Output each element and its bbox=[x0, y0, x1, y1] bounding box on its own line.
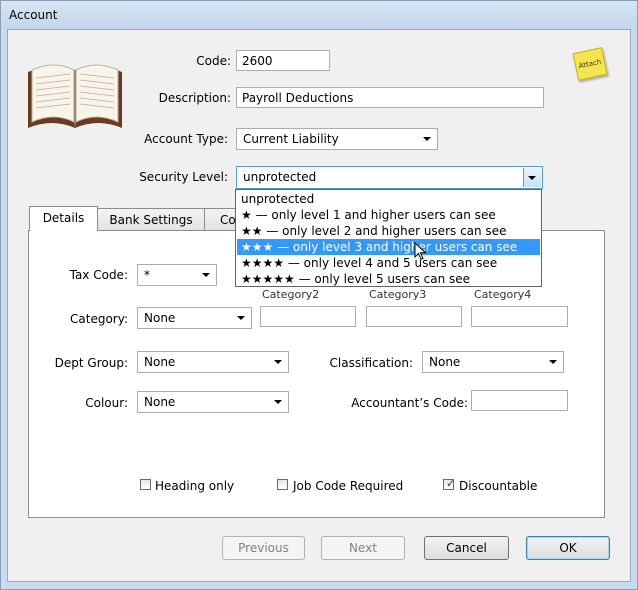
classification-label: Classification: bbox=[329, 356, 413, 370]
option-text: — only level 1 and higher users can see bbox=[251, 208, 496, 222]
option-text: — only level 2 and higher users can see bbox=[262, 224, 507, 238]
chevron-down-icon bbox=[202, 273, 210, 277]
stars-icon: ★ bbox=[241, 208, 252, 222]
code-label: Code: bbox=[196, 54, 231, 68]
heading-only-checkbox[interactable] bbox=[140, 479, 151, 490]
classification-select[interactable]: None bbox=[422, 351, 564, 373]
tab-details[interactable]: Details bbox=[29, 206, 98, 231]
chevron-down-icon bbox=[237, 316, 245, 320]
option-text: — only level 5 users can see bbox=[294, 272, 471, 286]
title-bar[interactable]: Account bbox=[1, 1, 637, 29]
ledger-book-icon bbox=[28, 64, 122, 128]
dept-group-select[interactable]: None bbox=[137, 351, 289, 373]
tax-code-label: Tax Code: bbox=[69, 268, 128, 282]
colour-label: Colour: bbox=[85, 396, 128, 410]
security-option-level-2[interactable]: ★★ — only level 2 and higher users can s… bbox=[237, 223, 540, 239]
colour-select[interactable]: None bbox=[137, 391, 289, 413]
ok-button[interactable]: OK bbox=[526, 536, 610, 560]
stars-icon: ★★★ bbox=[241, 240, 274, 254]
option-text: — only level 3 and higher users can see bbox=[273, 240, 518, 254]
accountants-code-field[interactable] bbox=[471, 390, 568, 411]
chevron-down-icon bbox=[549, 360, 557, 364]
dept-group-value: None bbox=[144, 355, 176, 369]
tax-code-select[interactable]: * bbox=[137, 264, 217, 286]
next-button[interactable]: Next bbox=[321, 536, 405, 560]
chevron-down-icon bbox=[528, 176, 536, 180]
security-option-level-5[interactable]: ★★★★★ — only level 5 users can see bbox=[237, 271, 540, 287]
category-value: None bbox=[144, 311, 176, 325]
category4-field[interactable] bbox=[471, 306, 568, 327]
dept-group-label: Dept Group: bbox=[54, 356, 128, 370]
category-label: Category: bbox=[70, 312, 128, 326]
classification-value: None bbox=[429, 355, 461, 369]
description-field[interactable]: Payroll Deductions bbox=[236, 87, 544, 108]
tab-partial[interactable]: Co bbox=[204, 208, 238, 230]
category4-label: Category4 bbox=[474, 288, 532, 301]
dropdown-button[interactable] bbox=[523, 168, 541, 187]
chevron-down-icon bbox=[423, 137, 431, 141]
security-option-level-1[interactable]: ★ — only level 1 and higher users can se… bbox=[237, 207, 540, 223]
tab-label: Co bbox=[220, 213, 236, 227]
account-type-label: Account Type: bbox=[144, 132, 228, 146]
discountable-checkbox[interactable]: ✓ bbox=[443, 477, 456, 490]
account-type-value: Current Liability bbox=[243, 132, 339, 146]
category2-field[interactable] bbox=[260, 306, 356, 327]
category3-label: Category3 bbox=[369, 288, 427, 301]
security-level-label: Security Level: bbox=[139, 170, 228, 184]
security-option-level-3[interactable]: ★★★ — only level 3 and higher users can … bbox=[237, 239, 540, 255]
security-option-level-4[interactable]: ★★★★ — only level 4 and 5 users can see bbox=[237, 255, 540, 271]
chevron-down-icon bbox=[274, 400, 282, 404]
security-level-value: unprotected bbox=[243, 170, 317, 184]
cancel-button[interactable]: Cancel bbox=[424, 536, 509, 560]
previous-button[interactable]: Previous bbox=[222, 536, 305, 560]
category-select[interactable]: None bbox=[137, 307, 252, 329]
tab-label: Details bbox=[42, 211, 85, 225]
accountants-code-label: Accountant’s Code: bbox=[351, 396, 468, 410]
account-type-select[interactable]: Current Liability bbox=[236, 128, 438, 150]
check-mark-icon: ✓ bbox=[446, 477, 456, 490]
chevron-down-icon bbox=[274, 360, 282, 364]
job-code-required-label: Job Code Required bbox=[293, 479, 404, 493]
tax-code-value: * bbox=[144, 268, 150, 282]
security-level-dropdown-list: unprotected ★ — only level 1 and higher … bbox=[235, 189, 542, 287]
heading-only-label: Heading only bbox=[155, 479, 235, 493]
tab-bank-settings[interactable]: Bank Settings bbox=[97, 208, 205, 230]
window-title: Account bbox=[9, 8, 58, 22]
stars-icon: ★★ bbox=[241, 224, 263, 238]
option-text: — only level 4 and 5 users can see bbox=[284, 256, 498, 270]
security-level-select[interactable]: unprotected bbox=[236, 166, 543, 189]
category2-label: Category2 bbox=[262, 288, 320, 301]
mouse-pointer-icon bbox=[414, 242, 427, 261]
discountable-label: Discountable bbox=[459, 479, 538, 493]
category3-field[interactable] bbox=[366, 306, 462, 327]
code-field[interactable]: 2600 bbox=[236, 50, 330, 71]
job-code-required-checkbox[interactable] bbox=[277, 479, 288, 490]
tab-label: Bank Settings bbox=[109, 213, 193, 227]
security-option-unprotected[interactable]: unprotected bbox=[237, 191, 540, 207]
colour-value: None bbox=[144, 395, 176, 409]
stars-icon: ★★★★ bbox=[241, 256, 285, 270]
stars-icon: ★★★★★ bbox=[241, 272, 295, 286]
option-text: unprotected bbox=[241, 192, 315, 206]
description-label: Description: bbox=[158, 91, 231, 105]
